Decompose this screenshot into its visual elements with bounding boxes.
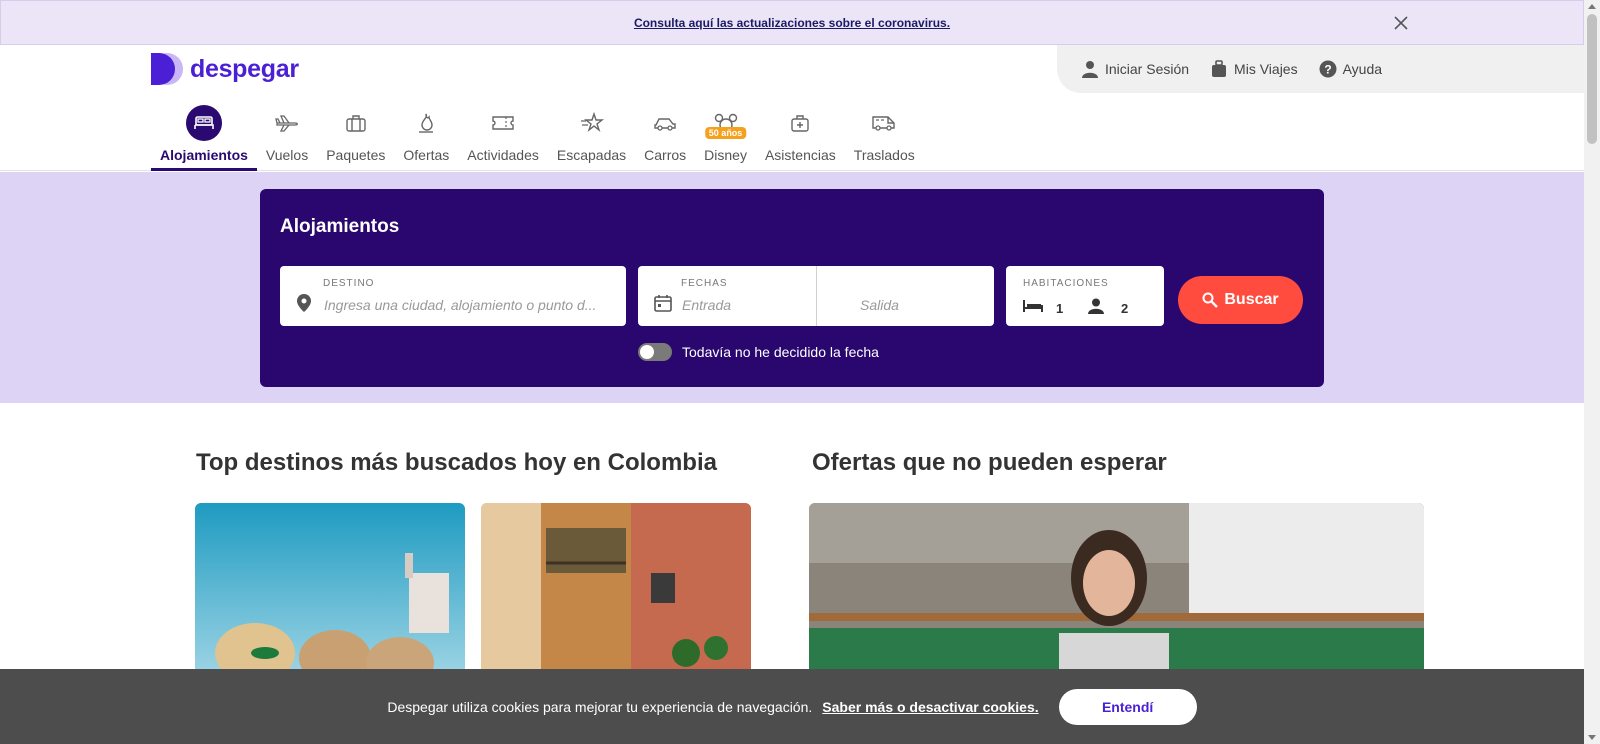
help-link[interactable]: ? Ayuda bbox=[1319, 60, 1382, 78]
star-icon bbox=[580, 112, 604, 133]
nav-label: Traslados bbox=[853, 147, 915, 163]
destination-field[interactable]: DESTINO Ingresa una ciudad, alojamiento … bbox=[280, 266, 626, 326]
friends-selfie-photo bbox=[195, 503, 465, 673]
scroll-up-icon[interactable] bbox=[1588, 4, 1596, 9]
search-icon bbox=[1202, 292, 1219, 308]
van-icon bbox=[872, 116, 895, 131]
destination-input[interactable]: Ingresa una ciudad, alojamiento o punto … bbox=[324, 297, 596, 313]
my-trips-link[interactable]: Mis Viajes bbox=[1210, 60, 1298, 78]
nav-label: Asistencias bbox=[764, 147, 836, 163]
bed-icon bbox=[1023, 300, 1043, 312]
my-trips-label: Mis Viajes bbox=[1234, 61, 1298, 77]
page-scrollbar[interactable] bbox=[1584, 0, 1600, 744]
nav-label: Escapadas bbox=[556, 147, 627, 163]
nav-item-traslados[interactable]: Traslados bbox=[845, 105, 924, 171]
destination-caption: DESTINO bbox=[323, 278, 375, 289]
top-destinations-title: Top destinos más buscados hoy en Colombi… bbox=[196, 449, 717, 476]
nav-label: Carros bbox=[644, 147, 687, 163]
destination-card-cartagena[interactable] bbox=[481, 503, 751, 673]
dates-divider bbox=[816, 266, 817, 326]
search-box: Alojamientos DESTINO Ingresa una ciudad,… bbox=[260, 189, 1324, 387]
site-header: despegar Iniciar Sesión Mis Viajes ? Ayu… bbox=[0, 45, 1584, 171]
checkout-input[interactable]: Salida bbox=[860, 297, 899, 313]
cookie-accept-button[interactable]: Entendí bbox=[1058, 688, 1197, 725]
offer-card[interactable] bbox=[809, 503, 1424, 673]
flame-icon bbox=[419, 113, 434, 133]
logo[interactable]: despegar bbox=[151, 53, 299, 85]
help-icon: ? bbox=[1319, 60, 1337, 78]
cookie-bar: Despegar utiliza cookies para mejorar tu… bbox=[0, 669, 1584, 744]
help-label: Ayuda bbox=[1342, 61, 1383, 77]
logo-mark-icon bbox=[151, 53, 183, 85]
undecided-date-row: Todavía no he decidido la fecha bbox=[638, 343, 879, 361]
car-icon bbox=[654, 118, 676, 131]
undecided-date-label: Todavía no he decidido la fecha bbox=[682, 344, 879, 360]
scrollbar-thumb[interactable] bbox=[1587, 14, 1597, 144]
cookie-text: Despegar utiliza cookies para mejorar tu… bbox=[387, 698, 813, 715]
user-bar: Iniciar Sesión Mis Viajes ? Ayuda bbox=[1057, 45, 1584, 93]
rooms-count: 1 bbox=[1056, 301, 1064, 316]
nav-item-alojamientos[interactable]: Alojamientos bbox=[151, 105, 257, 171]
nav-item-carros[interactable]: Carros bbox=[635, 105, 695, 171]
search-button[interactable]: Buscar bbox=[1178, 276, 1303, 324]
nav-label: Disney bbox=[704, 147, 747, 163]
user-icon bbox=[1082, 61, 1098, 78]
disney-badge: 50 años bbox=[704, 127, 747, 139]
undecided-date-toggle[interactable] bbox=[638, 343, 672, 361]
bed-icon bbox=[194, 116, 214, 129]
rooms-caption: HABITACIONES bbox=[1023, 278, 1109, 289]
package-icon bbox=[346, 115, 366, 132]
colonial-street-photo bbox=[481, 503, 751, 673]
covid-updates-link[interactable]: Consulta aquí las actualizaciones sobre … bbox=[634, 16, 950, 30]
nav-item-asistencias[interactable]: Asistencias bbox=[756, 105, 845, 171]
medkit-icon bbox=[791, 115, 810, 132]
person-icon bbox=[1088, 298, 1104, 314]
covid-banner: Consulta aquí las actualizaciones sobre … bbox=[0, 0, 1584, 45]
checkin-input[interactable]: Entrada bbox=[682, 297, 731, 313]
suitcase-icon bbox=[1212, 60, 1227, 77]
nav-item-vuelos[interactable]: Vuelos bbox=[257, 105, 317, 171]
nav-item-escapadas[interactable]: Escapadas bbox=[548, 105, 635, 171]
nav-label: Actividades bbox=[467, 147, 539, 163]
nav-item-actividades[interactable]: Actividades bbox=[458, 105, 548, 171]
cookie-settings-link[interactable]: Saber más o desactivar cookies. bbox=[822, 699, 1038, 715]
nav-label: Alojamientos bbox=[160, 147, 248, 163]
nav-item-ofertas[interactable]: Ofertas bbox=[394, 105, 458, 171]
search-button-label: Buscar bbox=[1224, 291, 1279, 308]
ticket-icon bbox=[492, 116, 514, 130]
login-label: Iniciar Sesión bbox=[1105, 61, 1190, 77]
plane-icon bbox=[275, 115, 298, 132]
guests-count: 2 bbox=[1121, 301, 1129, 316]
dates-caption: FECHAS bbox=[681, 278, 728, 289]
svg-text:?: ? bbox=[1324, 63, 1331, 77]
rooms-field[interactable]: HABITACIONES 1 2 bbox=[1006, 266, 1164, 326]
nav-label: Vuelos bbox=[265, 147, 309, 163]
destination-card-beach[interactable] bbox=[195, 503, 465, 673]
nav-label: Ofertas bbox=[403, 147, 450, 163]
dates-field[interactable]: FECHAS Entrada Salida bbox=[638, 266, 994, 326]
logo-text: despegar bbox=[190, 54, 299, 83]
woman-laptop-photo bbox=[809, 503, 1424, 673]
location-pin-icon bbox=[297, 294, 311, 312]
nav-item-paquetes[interactable]: Paquetes bbox=[317, 105, 394, 171]
login-link[interactable]: Iniciar Sesión bbox=[1081, 60, 1189, 78]
search-hero: Alojamientos DESTINO Ingresa una ciudad,… bbox=[0, 172, 1584, 403]
close-icon[interactable] bbox=[1391, 13, 1411, 33]
product-nav: Alojamientos Vuelos Paquetes Ofertas Act… bbox=[151, 105, 924, 171]
calendar-icon bbox=[654, 295, 672, 312]
search-title: Alojamientos bbox=[280, 216, 400, 237]
scroll-down-icon[interactable] bbox=[1588, 735, 1596, 740]
nav-label: Paquetes bbox=[326, 147, 386, 163]
nav-item-disney[interactable]: 50 años Disney bbox=[695, 105, 756, 171]
offers-title: Ofertas que no pueden esperar bbox=[812, 449, 1167, 476]
